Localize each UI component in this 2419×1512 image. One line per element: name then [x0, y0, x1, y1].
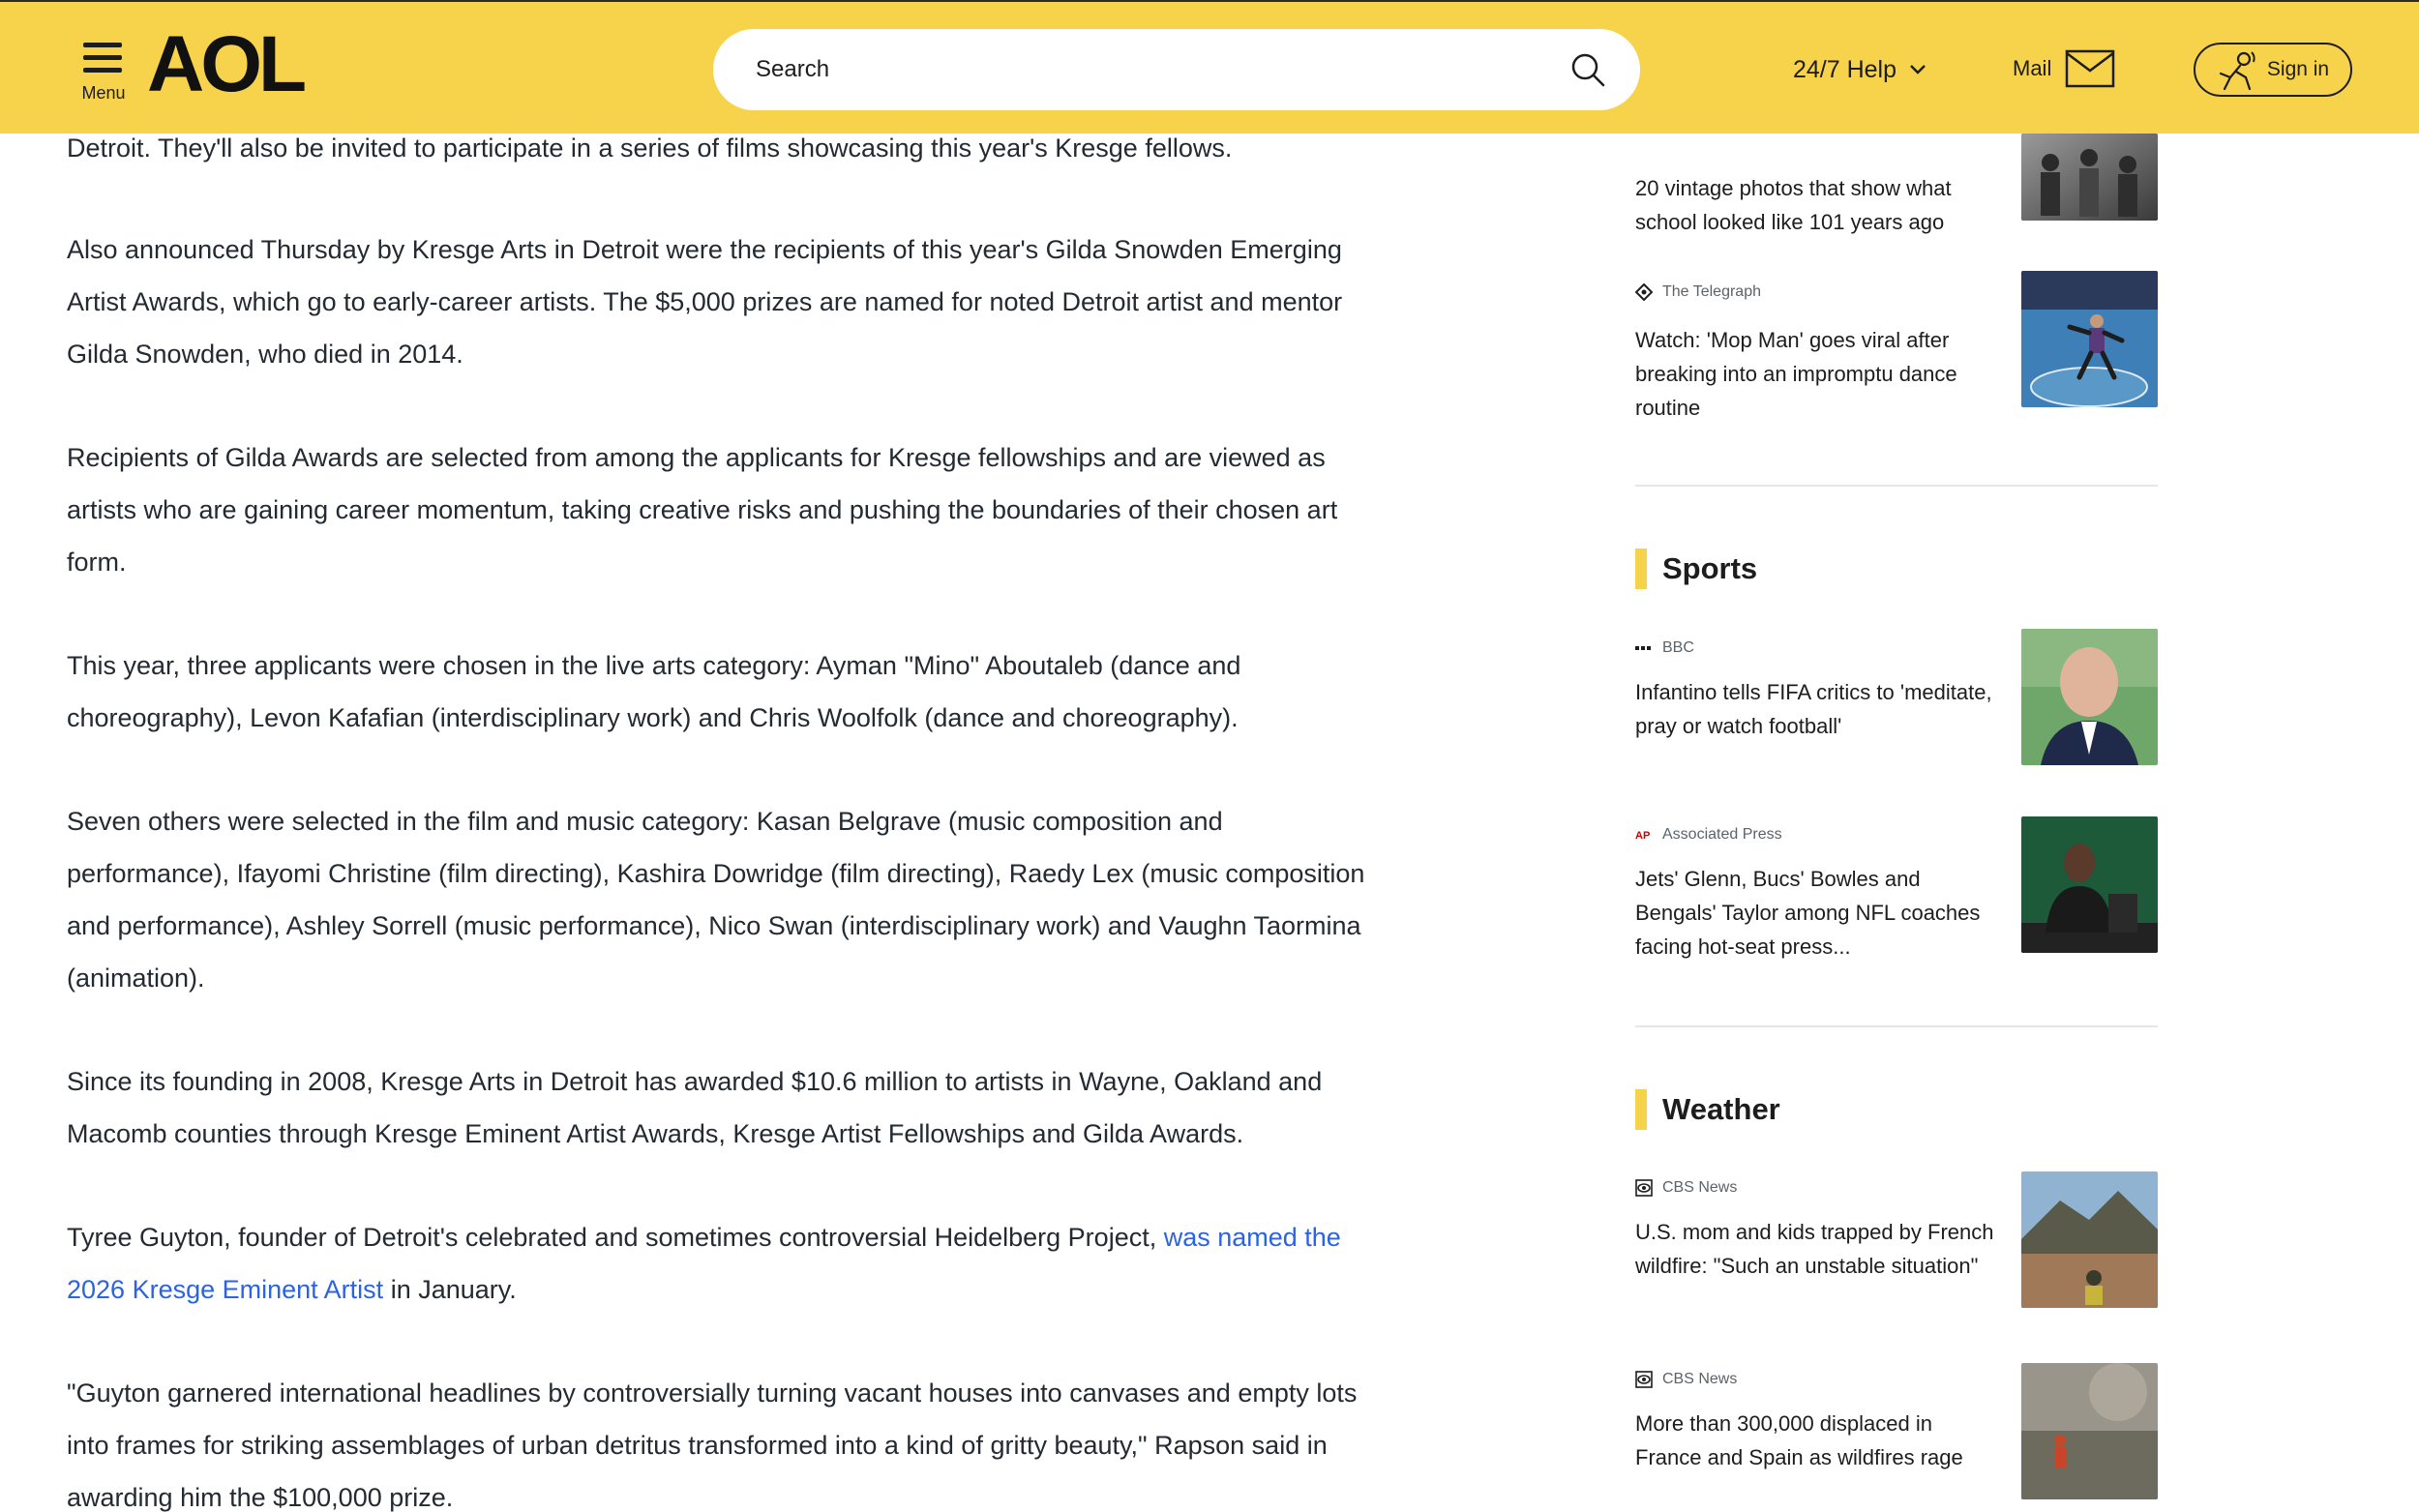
telegraph-logo-icon [1635, 283, 1653, 301]
search-icon[interactable] [1568, 50, 1607, 89]
chevron-down-icon [1910, 65, 1926, 74]
article-paragraph-guyton: Tyree Guyton, founder of Detroit's celeb… [67, 1211, 1383, 1316]
sign-in-button[interactable]: Sign in [2194, 43, 2352, 97]
story-source: CBS News [1635, 1176, 1737, 1200]
menu-button[interactable]: Menu [79, 39, 128, 104]
aol-logo-text: AOL [147, 29, 305, 103]
source-label: Associated Press [1662, 826, 1782, 843]
article-body: Detroit. They'll also be invited to part… [67, 122, 1383, 1512]
weather-section-title[interactable]: Weather [1635, 1089, 1780, 1130]
mail-link[interactable]: Mail [2013, 46, 2115, 91]
menu-label: Menu [81, 83, 126, 103]
article-paragraph: Detroit. They'll also be invited to part… [67, 133, 1233, 163]
help-label: 24/7 Help [1793, 55, 1897, 83]
sports-section-title[interactable]: Sports [1635, 548, 1757, 589]
cbs-logo-icon [1635, 1179, 1653, 1197]
article-paragraph: Seven others were selected in the film a… [67, 807, 1365, 993]
source-label: CBS News [1662, 1371, 1738, 1387]
user-wave-icon [2219, 51, 2255, 91]
story-source: The Telegraph [1635, 281, 1761, 304]
top-header: Menu AOL 24/7 Help Mail Sign in [0, 0, 2419, 133]
wildfire-hill-photo[interactable] [2021, 1171, 2158, 1308]
source-label: The Telegraph [1662, 283, 1761, 300]
story-source: AP Associated Press [1635, 823, 1782, 846]
story-headline[interactable]: More than 300,000 displaced in France an… [1635, 1407, 1995, 1474]
section-title-text: Sports [1662, 551, 1758, 585]
paragraph-text: in January. [383, 1275, 517, 1304]
article-paragraph: This year, three applicants were chosen … [67, 651, 1241, 732]
story-headline[interactable]: Watch: 'Mop Man' goes viral after breaki… [1635, 323, 1995, 425]
article-paragraph: Recipients of Gilda Awards are selected … [67, 443, 1338, 577]
search-box[interactable] [713, 29, 1640, 110]
story-headline[interactable]: Infantino tells FIFA critics to 'meditat… [1635, 675, 1995, 743]
hamburger-icon [83, 43, 122, 74]
jets-coach-photo[interactable] [2021, 816, 2158, 953]
section-accent-bar [1635, 548, 1647, 589]
aol-logo[interactable]: AOL [147, 29, 323, 103]
section-divider [1635, 1025, 2158, 1027]
paragraph-text: Tyree Guyton, founder of Detroit's celeb… [67, 1223, 1164, 1252]
article-paragraph: Also announced Thursday by Kresge Arts i… [67, 235, 1343, 369]
mail-label: Mail [2013, 56, 2052, 80]
help-dropdown[interactable]: 24/7 Help [1793, 52, 1927, 87]
search-input[interactable] [756, 48, 1530, 91]
source-label: CBS News [1662, 1179, 1738, 1196]
section-divider [1635, 485, 2158, 487]
vintage-school-photo[interactable] [2021, 133, 2158, 221]
ap-logo-icon: AP [1635, 830, 1650, 842]
envelope-icon [2066, 49, 2115, 88]
cbs-logo-icon [1635, 1371, 1653, 1388]
sign-in-label: Sign in [2266, 58, 2330, 80]
story-headline[interactable]: U.S. mom and kids trapped by French wild… [1635, 1215, 1995, 1283]
story-headline[interactable]: 20 vintage photos that show what school … [1635, 171, 1995, 239]
bbc-logo-icon [1635, 646, 1651, 650]
section-accent-bar [1635, 1089, 1647, 1130]
firefighter-photo[interactable] [2021, 1363, 2158, 1499]
section-title-text: Weather [1662, 1092, 1780, 1126]
source-label: BBC [1662, 639, 1694, 656]
story-source: BBC [1635, 637, 1694, 660]
article-paragraph-quote: "Guyton garnered international headlines… [67, 1379, 1358, 1512]
mop-man-photo[interactable] [2021, 271, 2158, 407]
story-source: CBS News [1635, 1368, 1737, 1391]
story-headline[interactable]: Jets' Glenn, Bucs' Bowles and Bengals' T… [1635, 862, 1995, 964]
infantino-photo[interactable] [2021, 629, 2158, 765]
article-paragraph: Since its founding in 2008, Kresge Arts … [67, 1067, 1323, 1148]
svg-text:AP: AP [1635, 830, 1650, 842]
